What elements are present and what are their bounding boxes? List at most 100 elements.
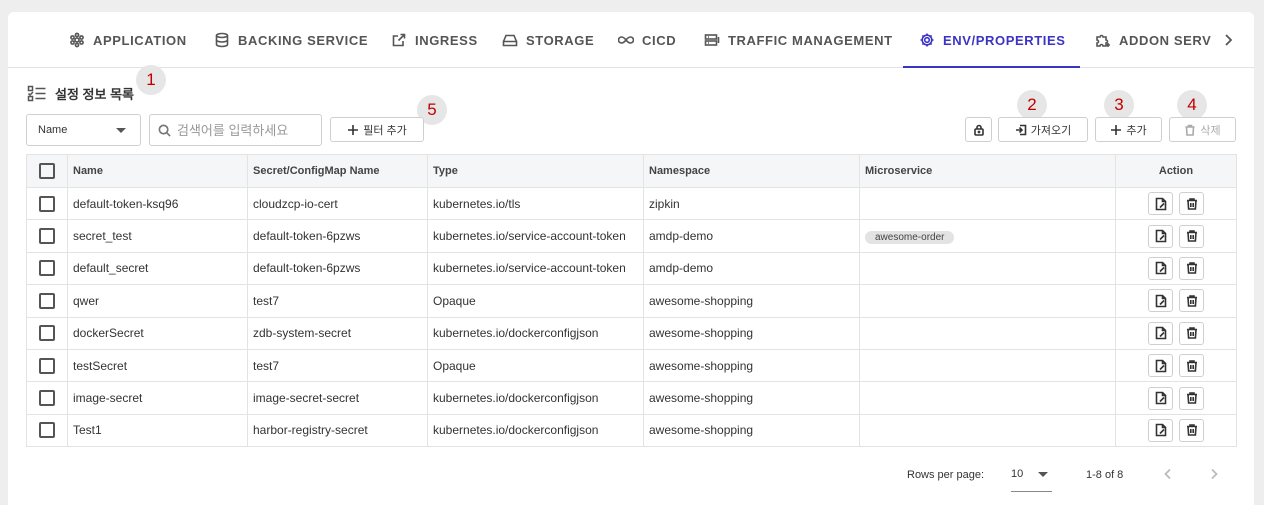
edit-icon (1155, 326, 1166, 340)
delete-row-button[interactable] (1179, 354, 1204, 378)
column-header-namespace[interactable]: Namespace (643, 154, 860, 188)
column-header-microservice[interactable]: Microservice (859, 154, 1116, 188)
delete-row-button[interactable] (1179, 418, 1204, 442)
cell-secret-name: test7 (247, 348, 428, 383)
checklist-icon (27, 85, 46, 101)
row-checkbox[interactable] (39, 195, 55, 212)
import-icon (1015, 124, 1027, 135)
tab-cicd[interactable]: CICD (618, 12, 676, 68)
cell-namespace: awesome-shopping (643, 284, 860, 318)
cell-type: Opaque (427, 348, 644, 383)
select-all-checkbox[interactable] (39, 163, 55, 179)
add-button[interactable]: 추가 (1095, 117, 1162, 142)
table-row[interactable]: secret_test default-token-6pzws kubernetes… (26, 219, 1237, 253)
next-page-button[interactable] (1207, 467, 1223, 483)
tab-scroll-right-button[interactable] (1220, 32, 1236, 48)
row-checkbox[interactable] (39, 422, 55, 439)
rows-per-page-select[interactable]: 10 (1011, 462, 1052, 492)
cell-namespace: awesome-shopping (643, 316, 860, 350)
edit-button[interactable] (1148, 224, 1173, 248)
cell-name: qwer (67, 284, 248, 318)
edit-button[interactable] (1148, 256, 1173, 280)
edit-button[interactable] (1148, 386, 1173, 410)
table-row[interactable]: default_secret default-token-6pzws kuberne… (26, 251, 1237, 286)
tab-label: ENV/PROPERTIES (943, 32, 1066, 48)
edit-button[interactable] (1148, 418, 1173, 442)
tab-label: CICD (642, 32, 677, 48)
row-select-cell (26, 316, 68, 350)
tab-label: ADDON SERV (1119, 32, 1212, 48)
trash-icon (1186, 359, 1197, 372)
delete-row-button[interactable] (1179, 224, 1204, 248)
cell-microservice (859, 186, 1116, 221)
import-button[interactable]: 가져오기 (998, 117, 1088, 142)
delete-button[interactable]: 삭제 (1169, 117, 1236, 142)
delete-row-button[interactable] (1179, 192, 1204, 216)
cell-action (1115, 251, 1237, 286)
tab-ingress[interactable]: INGRESS (391, 12, 478, 68)
cell-microservice (859, 284, 1116, 318)
import-label: 가져오기 (1030, 124, 1072, 137)
table-row[interactable]: qwer test7 Opaque awesome-shopping (26, 284, 1237, 318)
tab-backing-service[interactable]: BACKING SERVICE (214, 12, 368, 68)
column-header-action: Action (1115, 154, 1237, 188)
tab-bar: APPLICATION BACKING SERVICE INGRESS STOR… (8, 12, 1254, 68)
tab-label: STORAGE (526, 32, 595, 48)
row-checkbox[interactable] (39, 325, 55, 342)
edit-button[interactable] (1148, 192, 1173, 216)
search-field-value: Name (38, 124, 68, 136)
column-header-name[interactable]: Name (67, 154, 248, 188)
edit-icon (1155, 391, 1166, 405)
tab-addon-service[interactable]: ADDON SERV (1095, 12, 1211, 68)
delete-row-button[interactable] (1179, 256, 1204, 280)
tab-storage[interactable]: STORAGE (502, 12, 594, 68)
table-row[interactable]: Test1 harbor-registry-secret kubernetes.io… (26, 413, 1237, 448)
tab-traffic-management[interactable]: TRAFFIC MANAGEMENT (704, 12, 893, 68)
edit-button[interactable] (1148, 289, 1173, 313)
hard-drive-icon (502, 34, 518, 47)
search-input[interactable] (177, 122, 317, 138)
tab-label: TRAFFIC MANAGEMENT (728, 32, 893, 48)
row-checkbox[interactable] (39, 390, 55, 407)
edit-icon (1155, 359, 1166, 372)
column-header-secret-name[interactable]: Secret/ConfigMap Name (247, 154, 428, 188)
cell-secret-name: cloudzcp-io-cert (247, 186, 428, 221)
rows-per-page-label: Rows per page: (907, 469, 985, 481)
row-checkbox[interactable] (39, 260, 55, 277)
tab-application[interactable]: APPLICATION (69, 12, 187, 68)
row-select-cell (26, 413, 68, 448)
row-select-cell (26, 381, 68, 415)
cell-secret-name: zdb-system-secret (247, 316, 428, 350)
add-filter-button[interactable]: 필터 추가 (330, 117, 424, 142)
caret-down-icon (116, 128, 126, 133)
rows-per-page-value: 10 (1011, 468, 1024, 480)
edit-icon (1155, 229, 1166, 243)
row-checkbox[interactable] (39, 228, 55, 245)
delete-row-button[interactable] (1179, 321, 1204, 345)
table-row[interactable]: dockerSecret zdb-system-secret kubernetes.… (26, 316, 1237, 350)
search-field-select[interactable]: Name (26, 114, 141, 146)
row-checkbox[interactable] (39, 292, 55, 309)
tab-env-properties[interactable]: ENV/PROPERTIES (903, 12, 1080, 68)
row-checkbox[interactable] (39, 357, 55, 374)
cell-namespace: amdp-demo (643, 219, 860, 253)
delete-row-button[interactable] (1179, 386, 1204, 410)
edit-button[interactable] (1148, 321, 1173, 345)
lock-button[interactable] (965, 117, 992, 142)
gear-icon (920, 33, 934, 47)
table-row[interactable]: testSecret test7 Opaque awesome-shopping (26, 348, 1237, 383)
cell-name: default-token-ksq96 (67, 186, 248, 221)
cell-namespace: zipkin (643, 186, 860, 221)
prev-page-button[interactable] (1161, 467, 1177, 483)
column-header-type[interactable]: Type (427, 154, 644, 188)
cell-name: Test1 (67, 413, 248, 448)
cell-action (1115, 413, 1237, 448)
cell-microservice (859, 251, 1116, 286)
edit-button[interactable] (1148, 354, 1173, 378)
database-icon (215, 32, 229, 48)
tab-label: APPLICATION (93, 32, 187, 48)
table-row[interactable]: default-token-ksq96 cloudzcp-io-cert kuber… (26, 186, 1237, 221)
table-row[interactable]: image-secret image-secret-secret kubernete… (26, 381, 1237, 415)
delete-row-button[interactable] (1179, 289, 1204, 313)
plus-icon (348, 124, 359, 135)
